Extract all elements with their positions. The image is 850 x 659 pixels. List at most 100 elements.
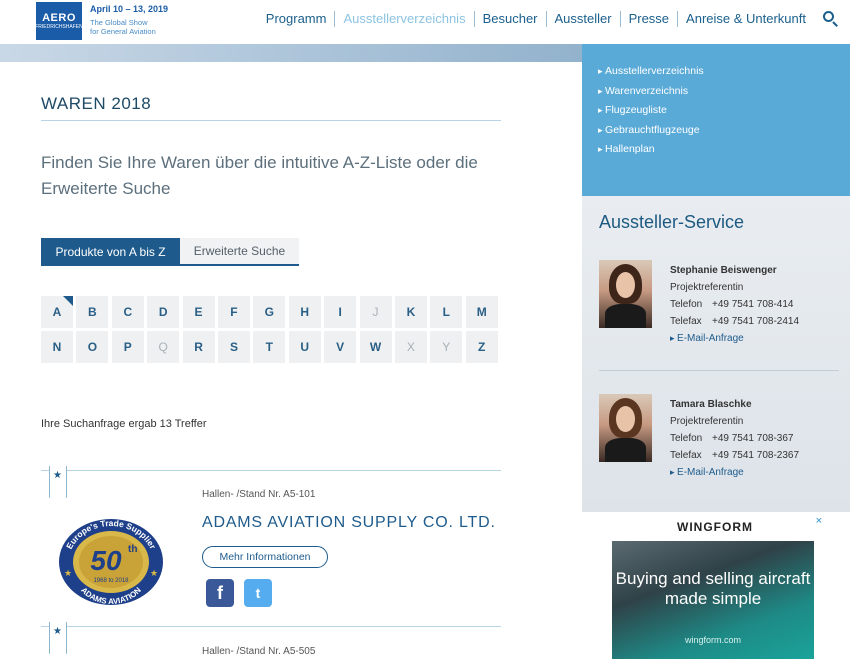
letter-e-button[interactable]: E	[182, 296, 215, 328]
letter-d-button[interactable]: D	[147, 296, 180, 328]
logo[interactable]: AERO FRIEDRICHSHAFEN April 10 – 13, 2019…	[35, 2, 168, 40]
letter-f-button[interactable]: F	[217, 296, 250, 328]
tab-a-to-z[interactable]: Produkte von A bis Z	[41, 238, 180, 266]
nav-item-aussteller[interactable]: Aussteller	[545, 11, 620, 27]
close-icon[interactable]: ×	[816, 515, 822, 527]
site-header: AERO FRIEDRICHSHAFEN April 10 – 13, 2019…	[0, 0, 850, 44]
facebook-icon[interactable]: f	[206, 579, 234, 607]
letter-l-button[interactable]: L	[430, 296, 463, 328]
badge-star-left: ★	[64, 568, 72, 578]
nav-item-ausstellerverzeichnis[interactable]: Ausstellerverzeichnis	[334, 11, 473, 27]
avatar	[599, 260, 652, 328]
event-date: April 10 – 13, 2019	[90, 4, 169, 14]
advertisement[interactable]: WINGFORM × Buying and selling aircraft m…	[612, 515, 822, 659]
nav-item-anreise[interactable]: Anreise & Unterkunft	[677, 11, 814, 27]
badge-star-right: ★	[150, 568, 158, 578]
letter-m-button[interactable]: M	[465, 296, 498, 328]
entry-divider	[41, 470, 501, 471]
ad-image[interactable]: Buying and selling aircraft made simple …	[612, 541, 814, 659]
letter-k-button[interactable]: K	[394, 296, 427, 328]
letter-y-button: Y	[430, 331, 463, 363]
ad-brand: WINGFORM	[677, 520, 753, 534]
bookmark-glyph: ★	[53, 626, 62, 637]
logo-subtext: FRIEDRICHSHAFEN	[35, 24, 83, 30]
contact-role: Projektreferentin	[670, 282, 744, 293]
letter-n-button[interactable]: N	[41, 331, 73, 363]
tagline-line-1: The Global Show	[90, 18, 148, 27]
letter-s-button[interactable]: S	[217, 331, 250, 363]
company-logo-badge: Europe's Trade Supplier 50 th 1968 to 20…	[59, 518, 163, 606]
phone-number: +49 7541 708-414	[712, 299, 794, 310]
phone-number: +49 7541 708-367	[712, 433, 794, 444]
letter-r-button[interactable]: R	[182, 331, 215, 363]
nav-item-programm[interactable]: Programm	[258, 11, 335, 27]
contact-details: Tamara Blaschke Projektreferentin Telefo…	[670, 396, 799, 481]
ad-url: wingform.com	[684, 635, 741, 645]
fax-number: +49 7541 708-2367	[712, 450, 800, 461]
letter-w-button[interactable]: W	[359, 331, 392, 363]
letter-i-button[interactable]: I	[324, 296, 357, 328]
company-name[interactable]: ADAMS AVIATION SUPPLY CO. LTD.	[202, 514, 496, 532]
email-link[interactable]: E-Mail-Anfrage	[670, 330, 799, 347]
tagline-line-2: for General Aviation	[90, 27, 156, 36]
contact-role: Projektreferentin	[670, 416, 744, 427]
badge-years: 1968 to 2018	[93, 578, 129, 584]
sidebar-item-gebrauchtflugzeuge[interactable]: Gebrauchtflugzeuge	[598, 121, 850, 141]
letter-p-button[interactable]: P	[111, 331, 144, 363]
stand-number: Hallen- /Stand Nr. A5-101	[202, 489, 316, 500]
phone-label: Telefon	[670, 433, 703, 444]
letter-t-button[interactable]: T	[253, 331, 286, 363]
stand-number: Hallen- /Stand Nr. A5-505	[202, 646, 316, 657]
avatar	[599, 394, 652, 462]
divider	[41, 120, 501, 121]
badge-suffix: th	[128, 544, 137, 555]
phone-label: Telefon	[670, 299, 703, 310]
letter-u-button[interactable]: U	[288, 331, 321, 363]
letter-h-button[interactable]: H	[288, 296, 321, 328]
contact-name: Stephanie Beiswenger	[670, 265, 777, 276]
tab-advanced-search[interactable]: Erweiterte Suche	[180, 238, 299, 266]
letter-c-button[interactable]: C	[111, 296, 144, 328]
service-title: Aussteller-Service	[599, 212, 745, 232]
fax-label: Telefax	[670, 316, 702, 327]
badge-number: 50	[90, 545, 122, 576]
letter-a-button[interactable]: A	[41, 296, 73, 328]
sidebar-item-warenverzeichnis[interactable]: Warenverzeichnis	[598, 82, 850, 102]
letter-v-button[interactable]: V	[324, 331, 357, 363]
twitter-icon[interactable]: t	[244, 579, 272, 607]
sidebar-item-hallenplan[interactable]: Hallenplan	[598, 140, 850, 160]
main-nav: Programm Ausstellerverzeichnis Besucher …	[258, 10, 840, 28]
fax-number: +49 7541 708-2414	[712, 316, 800, 327]
letter-q-button: Q	[147, 331, 180, 363]
bookmark-glyph: ★	[53, 470, 62, 481]
ad-headline: Buying and selling aircraft made simple	[615, 569, 811, 608]
search-tabs: Produkte von A bis Z Erweiterte Suche	[41, 238, 299, 266]
sidebar-item-flugzeugliste[interactable]: Flugzeugliste	[598, 101, 850, 121]
aero-logo-mark[interactable]: AERO FRIEDRICHSHAFEN	[35, 2, 83, 40]
sidebar-item-ausstellerverzeichnis[interactable]: Ausstellerverzeichnis	[598, 62, 850, 82]
more-info-button[interactable]: Mehr Informationen	[202, 546, 328, 568]
intro-text: Finden Sie Ihre Waren über die intuitive…	[41, 153, 478, 198]
letter-j-button: J	[359, 296, 392, 328]
nav-item-besucher[interactable]: Besucher	[473, 11, 546, 27]
contact-card: Tamara Blaschke Projektreferentin Telefo…	[599, 394, 839, 478]
letter-o-button[interactable]: O	[76, 331, 109, 363]
letter-g-button[interactable]: G	[253, 296, 286, 328]
page-title: WAREN 2018	[41, 94, 152, 113]
logo-caption: April 10 – 13, 2019 The Global Show for …	[90, 4, 168, 36]
logo-text: AERO	[42, 12, 76, 24]
letter-b-button[interactable]: B	[76, 296, 109, 328]
fax-label: Telefax	[670, 450, 702, 461]
exhibitor-service-panel: Aussteller-Service Stephanie Beiswenger …	[582, 196, 850, 512]
letter-x-button: X	[394, 331, 427, 363]
letter-z-button[interactable]: Z	[465, 331, 498, 363]
contact-details: Stephanie Beiswenger Projektreferentin T…	[670, 262, 799, 347]
contact-card: Stephanie Beiswenger Projektreferentin T…	[599, 260, 839, 344]
result-count: Ihre Suchanfrage ergab 13 Treffer	[41, 418, 207, 430]
letter-index: ABCDEFGHIJKLM NOPQRSTUVWXYZ	[41, 296, 501, 363]
entry-divider	[41, 626, 501, 627]
nav-item-presse[interactable]: Presse	[619, 11, 677, 27]
sidebar-menu: Ausstellerverzeichnis Warenverzeichnis F…	[582, 44, 850, 196]
email-link[interactable]: E-Mail-Anfrage	[670, 464, 799, 481]
search-icon[interactable]	[822, 10, 840, 28]
